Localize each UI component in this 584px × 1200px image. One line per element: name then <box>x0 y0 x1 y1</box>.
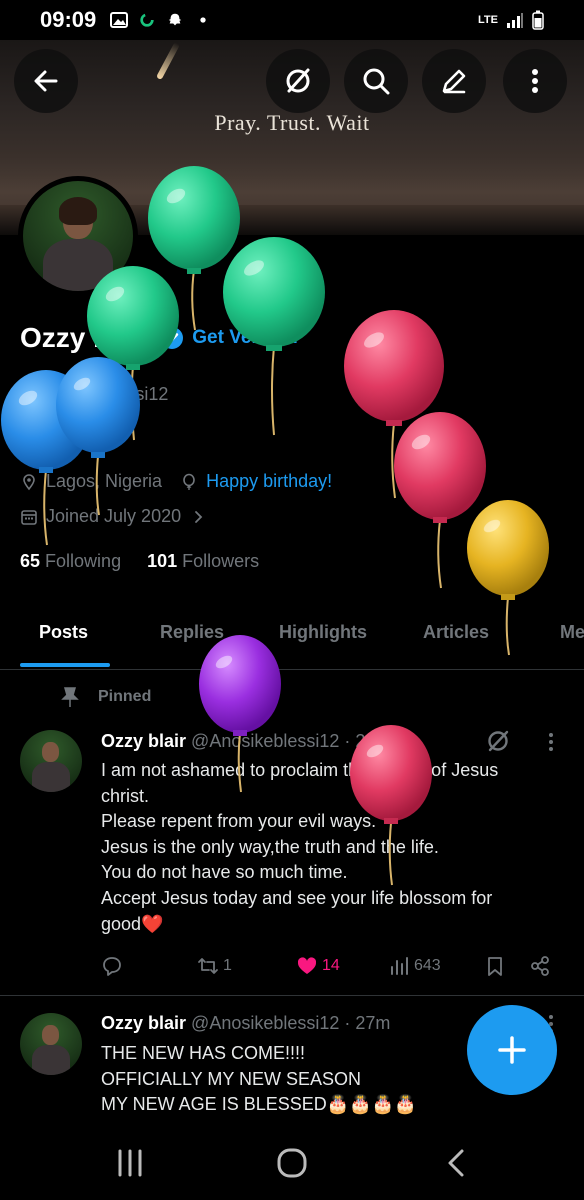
profile-location: Lagos, Nigeria <box>46 471 163 491</box>
grok-icon[interactable] <box>484 727 512 755</box>
post-header: Ozzy blair @Anosikeblessi12 · 27m <box>101 1013 390 1034</box>
bookmark-icon <box>488 957 502 976</box>
edit-button[interactable] <box>422 49 486 113</box>
pin-icon <box>61 687 79 707</box>
compose-post-button[interactable] <box>467 1005 557 1095</box>
get-verified-link[interactable]: Get Verified <box>192 327 298 349</box>
comet-decoration <box>155 41 181 81</box>
gallery-icon <box>110 12 129 28</box>
post-author[interactable]: Ozzy blair <box>101 731 186 751</box>
balloon-icon <box>183 473 195 490</box>
back-arrow-icon <box>34 70 58 92</box>
calendar-icon <box>21 509 37 525</box>
repost-icon <box>198 958 218 974</box>
reply-button[interactable] <box>101 955 123 977</box>
repost-button[interactable]: 1 <box>197 955 232 977</box>
battery-icon <box>532 10 544 30</box>
grok-icon <box>286 68 310 93</box>
following-link[interactable]: 65 Following <box>20 551 121 572</box>
profile-meta-row: Lagos, Nigeria Happy birthday! <box>20 471 332 492</box>
views-button[interactable]: 643 <box>388 955 441 977</box>
post-divider <box>0 995 584 996</box>
post-avatar[interactable] <box>20 1013 82 1075</box>
banner-text: Pray. Trust. Wait <box>214 110 370 135</box>
pinned-label: Pinned <box>60 686 151 708</box>
follow-stats: 65 Following 101 Followers <box>20 551 259 572</box>
like-button[interactable]: 14 <box>296 955 340 977</box>
post-header: Ozzy blair @Anosikeblessi12 · 20 Mar <box>101 731 411 752</box>
balloon-red-1 <box>344 310 444 499</box>
post-avatar[interactable] <box>20 730 82 792</box>
followers-link[interactable]: 101 Followers <box>147 551 259 572</box>
tab-media[interactable]: Me <box>560 622 584 643</box>
post-actions: 1 14 643 <box>101 955 561 981</box>
recent-apps-icon[interactable] <box>110 1145 150 1181</box>
search-icon <box>363 68 390 95</box>
post-meta: @Anosikeblessi12 · 27m <box>191 1013 391 1033</box>
profile-name: Ozzy blair <box>20 322 153 353</box>
system-nav-bar <box>0 1125 584 1200</box>
network-type: LTE <box>478 14 498 26</box>
share-icon <box>531 956 549 976</box>
profile-avatar[interactable] <box>18 176 138 296</box>
profile-joined: Joined July 2020 <box>46 506 182 526</box>
more-vertical-icon <box>532 69 538 93</box>
plus-icon <box>498 1036 526 1064</box>
tab-posts[interactable]: Posts <box>39 622 88 643</box>
bookmark-button[interactable] <box>484 955 506 977</box>
balloon-red-2 <box>394 412 486 589</box>
views-icon <box>391 957 408 975</box>
share-button[interactable] <box>529 955 551 977</box>
location-icon <box>23 473 35 490</box>
reply-icon <box>103 957 121 976</box>
verified-badge-icon[interactable] <box>160 326 184 350</box>
birthday-link[interactable]: Happy birthday! <box>206 471 332 492</box>
snapchat-icon <box>169 13 182 26</box>
back-button[interactable] <box>14 49 78 113</box>
sync-icon <box>140 13 154 27</box>
post-meta: @Anosikeblessi12 · 20 Mar <box>191 731 412 751</box>
profile-tabs: Posts Replies Highlights Articles Me <box>0 610 584 670</box>
grok-button[interactable] <box>266 49 330 113</box>
edit-icon <box>442 69 466 94</box>
back-icon[interactable] <box>436 1145 476 1181</box>
search-button[interactable] <box>344 49 408 113</box>
profile-joined-row[interactable]: Joined July 2020 <box>20 506 207 527</box>
heart-icon <box>297 957 317 974</box>
signal-icon <box>507 13 523 28</box>
more-button[interactable] <box>503 49 567 113</box>
chevron-right-icon <box>195 510 203 523</box>
profile-name-row: Ozzy blair Get Verified <box>20 322 298 354</box>
post-body[interactable]: I am not ashamed to proclaim the gospel … <box>101 758 561 937</box>
profile-handle: @Anosikeblessi12 <box>20 384 169 404</box>
dot-icon <box>200 17 206 23</box>
home-icon[interactable] <box>272 1145 312 1181</box>
status-bar: 09:09 LTE <box>0 0 584 40</box>
profile-bio: Simplicity <box>20 426 97 446</box>
post-author[interactable]: Ozzy blair <box>101 1013 186 1033</box>
tab-highlights[interactable]: Highlights <box>279 622 367 643</box>
tab-replies[interactable]: Replies <box>160 622 224 643</box>
active-tab-indicator <box>20 663 110 667</box>
tab-articles[interactable]: Articles <box>423 622 489 643</box>
post-more-icon[interactable] <box>540 731 562 753</box>
status-time: 09:09 <box>40 7 97 32</box>
